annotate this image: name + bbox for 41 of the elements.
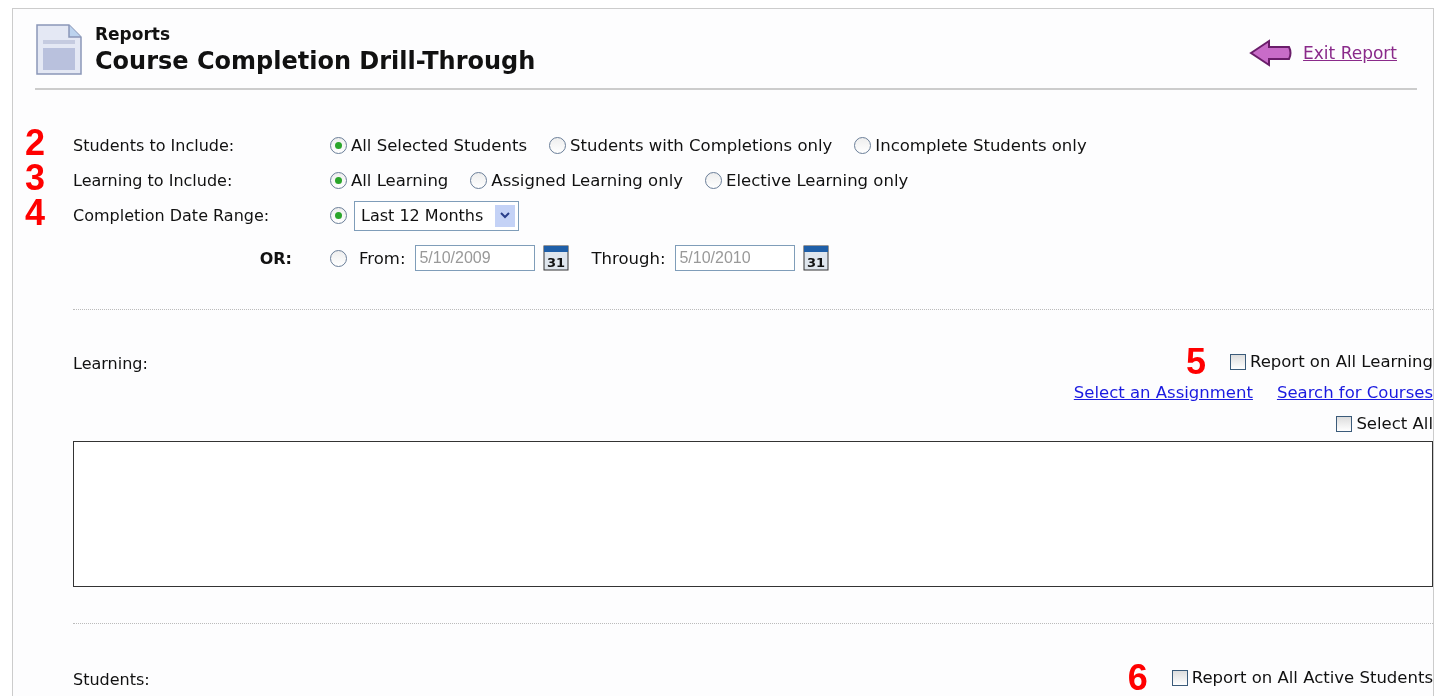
checkbox-label: Report on All Learning [1249, 352, 1433, 371]
callout-number: 6 [1127, 659, 1148, 696]
field-label: Learning to Include: [73, 171, 233, 190]
date-label: From: [359, 248, 406, 268]
radio-label: Assigned Learning only [491, 171, 683, 190]
callout-number: 4 [25, 194, 46, 231]
checkbox[interactable] [1171, 669, 1188, 686]
chevron-down-icon[interactable] [500, 212, 511, 219]
section-label: Students: [73, 670, 150, 691]
radio-button[interactable] [470, 172, 488, 189]
field-label: OR: [259, 248, 292, 268]
checkbox-label: Select All [1356, 414, 1433, 433]
radio-button[interactable] [549, 137, 567, 154]
checkbox[interactable] [1336, 415, 1353, 432]
text-link[interactable]: Select an Assignment [1073, 383, 1253, 402]
exit-report-link[interactable]: Exit Report [1303, 43, 1397, 63]
radio-label: Students with Completions only [570, 136, 833, 155]
section-title: Reports [95, 23, 172, 45]
radio-button[interactable] [854, 137, 872, 154]
field-label: Students to Include: [73, 136, 235, 155]
radio-button[interactable] [330, 172, 347, 189]
callout-number: 3 [25, 159, 46, 196]
text-link[interactable]: Search for Courses [1276, 383, 1433, 402]
document-icon [35, 24, 83, 76]
field-label: Completion Date Range: [73, 206, 270, 225]
checkbox[interactable] [1229, 353, 1246, 370]
radio-button[interactable] [330, 137, 347, 154]
radio-button[interactable] [705, 172, 722, 189]
radio-label: Elective Learning only [726, 171, 909, 190]
callout-number: 2 [25, 124, 46, 161]
section-label: Learning: [73, 354, 148, 375]
date-label: Through: [591, 248, 666, 268]
left-arrow-icon[interactable] [1249, 39, 1294, 67]
callout-number: 5 [1185, 343, 1206, 380]
date-range-dropdown[interactable]: Last 12 Months [354, 200, 520, 231]
checkbox-label: Report on All Active Students [1191, 668, 1433, 687]
page-title: Course Completion Drill-Through [95, 46, 537, 77]
radio-label: Incomplete Students only [875, 136, 1087, 155]
radio-button[interactable] [330, 207, 347, 224]
radio-label: All Learning [351, 171, 449, 190]
radio-label: All Selected Students [351, 136, 528, 155]
